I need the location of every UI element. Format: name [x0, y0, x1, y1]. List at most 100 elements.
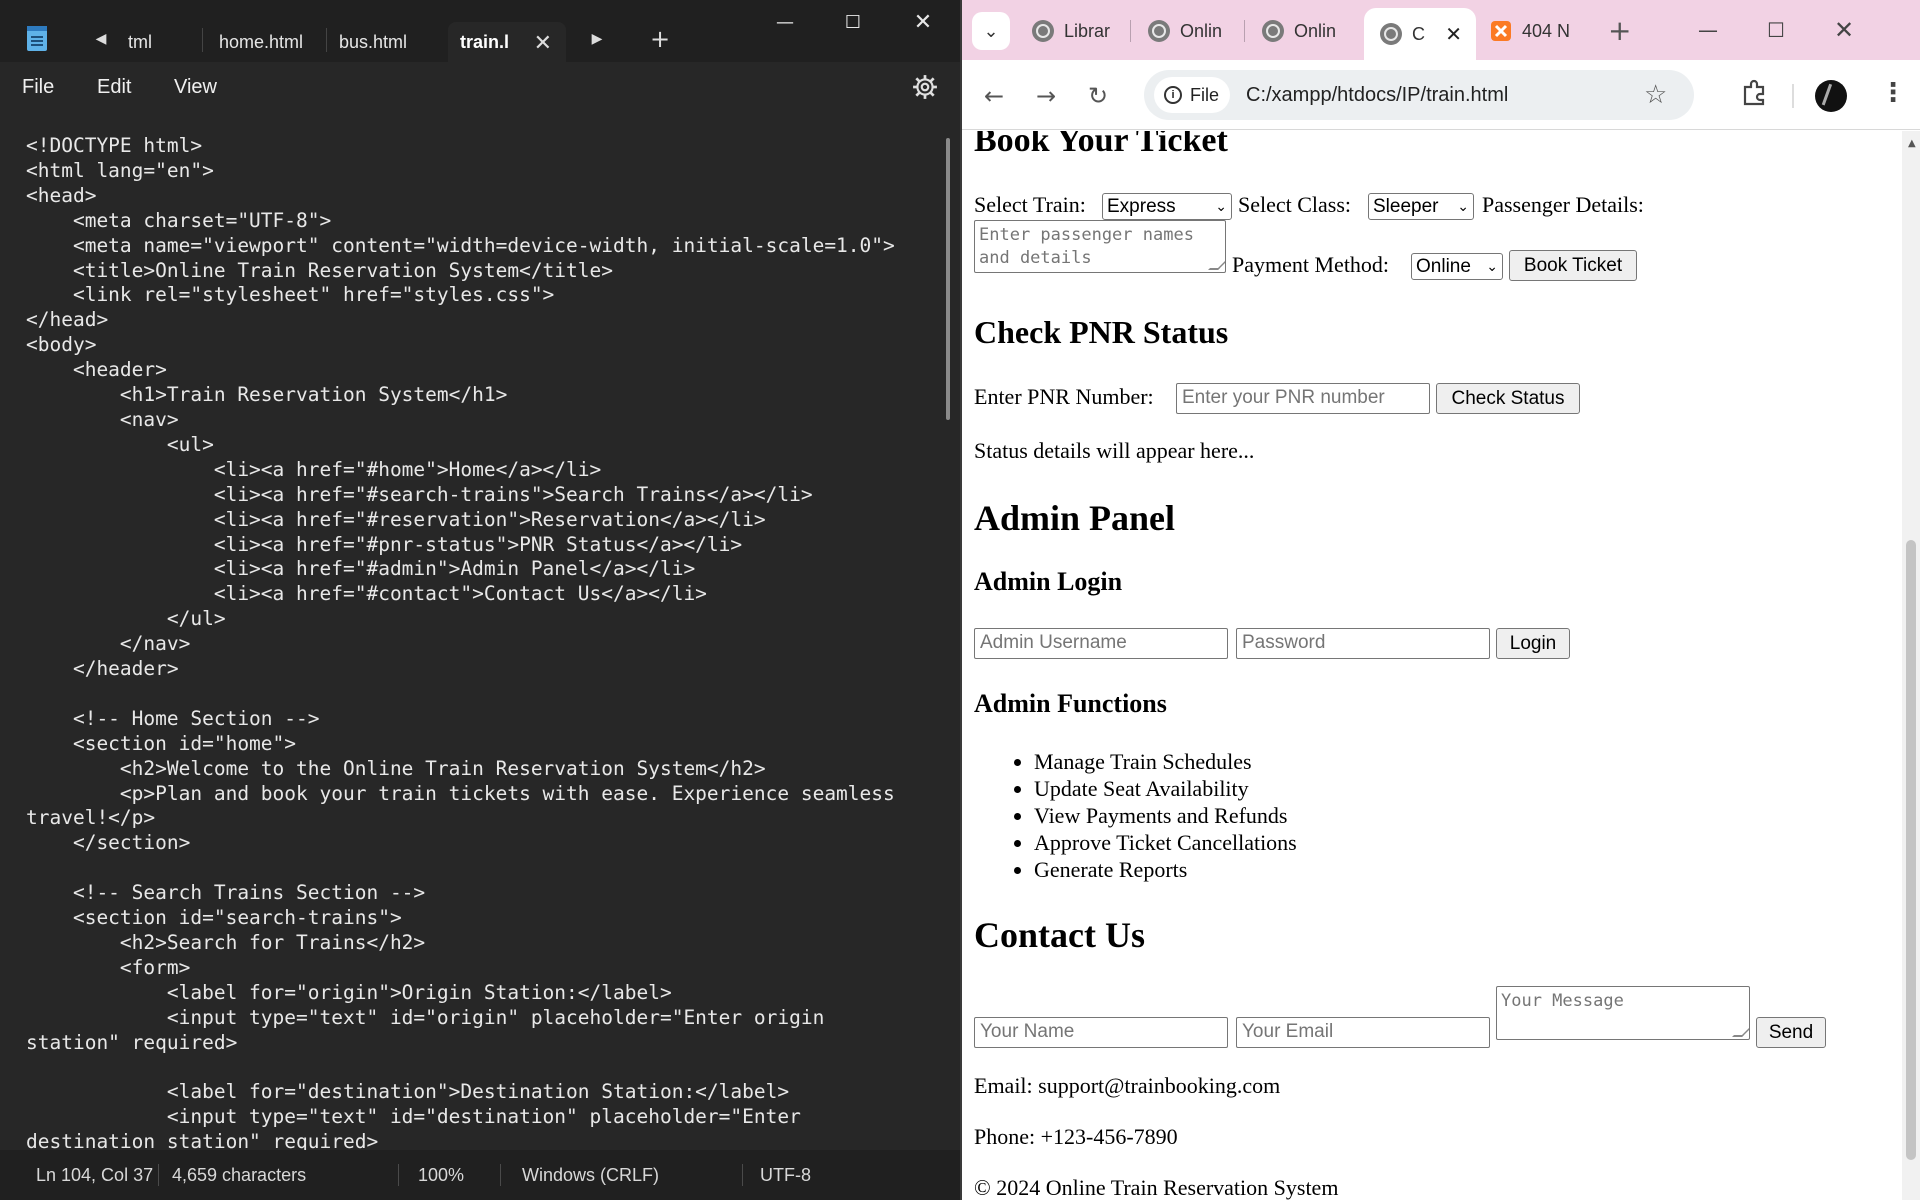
- url-text[interactable]: C:/xampp/htdocs/IP/train.html: [1246, 84, 1508, 107]
- page-scrollbar-thumb[interactable]: [1906, 540, 1916, 1160]
- admin-functions-list: Manage Train Schedules Update Seat Avail…: [974, 748, 1297, 883]
- new-tab-plus-icon[interactable]: +: [1608, 14, 1631, 47]
- scroll-tabs-right-icon[interactable]: ▶: [586, 26, 608, 52]
- tab-label: train.l: [460, 31, 510, 52]
- train-select-value: Express: [1107, 195, 1176, 217]
- admin-panel-heading: Admin Panel: [974, 498, 1176, 538]
- settings-gear-icon[interactable]: [912, 74, 938, 100]
- login-button[interactable]: Login: [1496, 628, 1570, 659]
- notepad-tab[interactable]: ‫tml: [116, 22, 176, 62]
- name-placeholder: Your Name: [980, 1021, 1075, 1042]
- list-item: Manage Train Schedules: [1034, 748, 1297, 775]
- close-window-icon[interactable]: ✕: [1814, 8, 1874, 52]
- payment-select[interactable]: Online ⌄: [1411, 253, 1503, 280]
- status-separator: [500, 1164, 501, 1186]
- notepad-tab-train-html[interactable]: train.l ✕: [448, 22, 566, 62]
- list-item: View Payments and Refunds: [1034, 802, 1297, 829]
- close-window-icon[interactable]: ✕: [888, 0, 958, 44]
- list-item: Approve Ticket Cancellations: [1034, 829, 1297, 856]
- more-menu-icon[interactable]: ⋮: [1880, 78, 1906, 108]
- chevron-down-icon: ⌄: [1215, 198, 1227, 214]
- email-input[interactable]: Your Email: [1236, 1017, 1490, 1048]
- pnr-input[interactable]: Enter your PNR number: [1176, 383, 1430, 414]
- bookmark-star-icon[interactable]: ☆: [1644, 80, 1667, 110]
- browser-tab[interactable]: 404 N: [1490, 10, 1584, 52]
- message-textarea[interactable]: Your Message: [1496, 986, 1750, 1040]
- close-tab-icon[interactable]: ✕: [1445, 22, 1462, 47]
- scroll-up-arrow-icon[interactable]: ▲: [1908, 138, 1916, 149]
- payment-method-label: Payment Method:: [1232, 252, 1390, 277]
- minimize-icon[interactable]: —: [750, 0, 820, 44]
- reload-icon[interactable]: ↻: [1080, 78, 1116, 114]
- forward-arrow-icon[interactable]: →: [1028, 78, 1064, 114]
- xampp-icon: [1491, 21, 1511, 41]
- admin-username-placeholder: Admin Username: [980, 632, 1127, 653]
- book-ticket-button[interactable]: Book Ticket: [1509, 250, 1637, 281]
- tab-label: Librar: [1064, 20, 1111, 41]
- maximize-icon[interactable]: ☐: [818, 0, 888, 44]
- address-bar[interactable]: i File C:/xampp/htdocs/IP/train.html ☆: [1144, 70, 1694, 120]
- menu-view[interactable]: View: [174, 76, 217, 99]
- class-select-value: Sleeper: [1373, 195, 1439, 217]
- maximize-icon[interactable]: ☐: [1746, 8, 1806, 52]
- notepad-tab-home-html[interactable]: home.html: [207, 22, 317, 62]
- page-viewport: Book Your Ticket Select Train: Express ⌄ …: [962, 131, 1902, 1200]
- zoom-level[interactable]: 100%: [418, 1165, 464, 1186]
- scroll-tabs-left-icon[interactable]: ◀: [90, 26, 112, 52]
- tab-separator: [202, 28, 203, 52]
- list-item: Update Seat Availability: [1034, 775, 1297, 802]
- close-tab-icon[interactable]: ✕: [534, 30, 552, 56]
- notepad-window: ◀ ‫tml home.html bus.html train.l ✕ ▶ + …: [0, 0, 960, 1200]
- globe-icon: [1032, 20, 1054, 42]
- notepad-title-bar: ◀ ‫tml home.html bus.html train.l ✕ ▶ + …: [0, 0, 960, 62]
- browser-window: ⌄ Librar Onlin Onlin C ✕ 404 N + — ☐ ✕ ←: [962, 0, 1920, 1200]
- passenger-details-textarea[interactable]: Enter passenger names and details: [974, 220, 1226, 273]
- code-text[interactable]: <!DOCTYPE html> <html lang="en"> <head> …: [0, 112, 946, 1150]
- minimize-icon[interactable]: —: [1678, 8, 1738, 52]
- admin-password-placeholder: Password: [1242, 632, 1326, 653]
- profile-avatar[interactable]: [1815, 80, 1847, 112]
- site-info-chip[interactable]: i File: [1154, 77, 1230, 113]
- editor-scrollbar-thumb[interactable]: [946, 138, 950, 420]
- class-select[interactable]: Sleeper ⌄: [1368, 193, 1474, 220]
- admin-password-input[interactable]: Password: [1236, 628, 1490, 659]
- train-select[interactable]: Express ⌄: [1102, 193, 1232, 220]
- globe-icon: [1262, 20, 1284, 42]
- encoding[interactable]: UTF-8: [760, 1165, 811, 1186]
- send-button[interactable]: Send: [1756, 1017, 1826, 1048]
- cursor-position: Ln 104, Col 37: [36, 1165, 154, 1185]
- tab-label: C: [1412, 23, 1425, 44]
- admin-functions-heading: Admin Functions: [974, 689, 1167, 718]
- extensions-puzzle-icon[interactable]: [1740, 78, 1770, 108]
- admin-username-input[interactable]: Admin Username: [974, 628, 1228, 659]
- check-status-button[interactable]: Check Status: [1436, 383, 1580, 414]
- browser-tab[interactable]: Librar: [1032, 10, 1112, 52]
- select-train-label: Select Train:: [974, 192, 1086, 217]
- tab-search-chevron-icon[interactable]: ⌄: [972, 12, 1010, 50]
- contact-heading: Contact Us: [974, 915, 1145, 955]
- line-ending[interactable]: Windows (CRLF): [522, 1165, 659, 1186]
- admin-login-heading: Admin Login: [974, 567, 1123, 596]
- payment-select-value: Online: [1416, 255, 1471, 277]
- browser-tab[interactable]: Onlin: [1262, 10, 1342, 52]
- list-item: Generate Reports: [1034, 856, 1297, 883]
- browser-tab[interactable]: Onlin: [1148, 10, 1228, 52]
- tab-label: 404 N: [1522, 20, 1571, 41]
- globe-icon: [1380, 23, 1402, 45]
- notepad-tab-bus-html[interactable]: bus.html: [327, 22, 437, 62]
- tab-label: Onlin: [1294, 20, 1337, 41]
- menu-file[interactable]: File: [22, 76, 54, 99]
- pnr-heading: Check PNR Status: [974, 314, 1229, 350]
- name-input[interactable]: Your Name: [974, 1017, 1228, 1048]
- pnr-label: Enter PNR Number:: [974, 384, 1154, 409]
- menu-edit[interactable]: Edit: [97, 76, 131, 99]
- code-editor[interactable]: <!DOCTYPE html> <html lang="en"> <head> …: [0, 112, 946, 1150]
- site-info-label: File: [1190, 84, 1220, 105]
- status-separator: [398, 1164, 399, 1186]
- new-tab-plus-icon[interactable]: +: [650, 26, 670, 52]
- browser-tab-active[interactable]: C ✕: [1364, 8, 1476, 60]
- footer-text: © 2024 Online Train Reservation System: [974, 1175, 1339, 1200]
- pnr-input-placeholder: Enter your PNR number: [1182, 387, 1385, 408]
- back-arrow-icon[interactable]: ←: [976, 78, 1012, 114]
- status-text: Status details will appear here...: [974, 438, 1255, 463]
